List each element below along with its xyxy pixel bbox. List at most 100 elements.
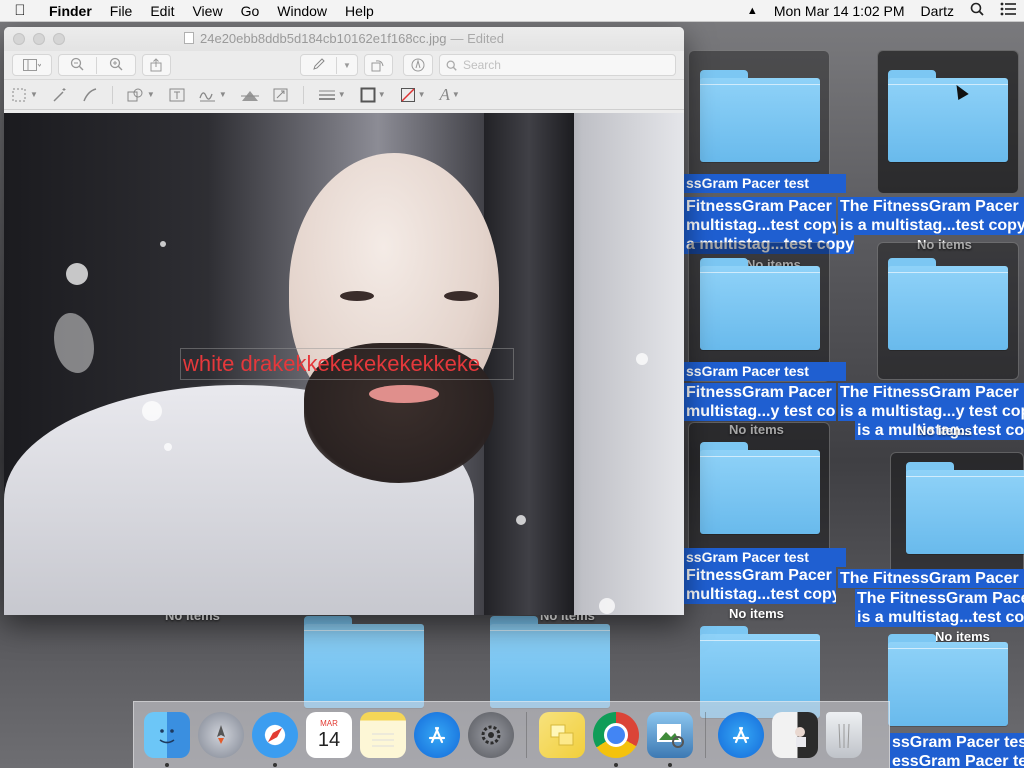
border-color-icon [360,87,376,102]
folder-icon[interactable] [906,462,1024,554]
text-style-tool[interactable]: A ▼ [440,85,460,105]
markup-toolbar-button[interactable]: ▼ [299,54,358,76]
folder-label[interactable]: The FitnessGram Pace [855,589,1024,608]
search-input[interactable] [462,58,663,72]
shapes-icon [127,88,143,101]
folder-label[interactable]: FitnessGram Pacer [684,566,836,585]
folder-icon[interactable] [888,70,1008,162]
border-color-tool[interactable]: ▼ [360,87,386,103]
chevron-down-icon: ▼ [451,90,460,99]
adjust-color-icon [240,90,259,101]
folder-label[interactable]: multistag...test copy [684,585,836,604]
line-style-icon [318,90,335,100]
calendar-day: 14 [317,728,341,751]
folder-label[interactable]: multistag...y test copy [684,402,836,421]
rect-selection-tool[interactable]: ▼ [12,88,38,102]
menu-go[interactable]: Go [232,3,269,19]
zoom-out-icon[interactable] [59,56,97,74]
dock-divider [526,712,527,758]
dock-chrome-icon[interactable] [593,712,639,767]
folder-icon[interactable] [700,258,820,350]
folder-icon[interactable] [304,616,424,708]
photo-flake [516,515,526,525]
zoom-in-icon[interactable] [97,57,135,74]
photo-flake [599,598,615,614]
folder-label[interactable]: The FitnessGram Pacer [838,383,1024,402]
magic-wand-icon [53,87,66,102]
dock-notes-icon[interactable] [360,712,406,758]
chevron-down-icon: ▼ [30,90,38,99]
menu-file[interactable]: File [101,3,142,19]
folder-label[interactable]: ssGram Pacer test [684,362,846,381]
markup-icon [411,58,425,72]
menu-clock[interactable]: Mon Mar 14 1:02 PM [766,3,913,19]
dock-trash-icon[interactable] [826,712,862,758]
dock-finder-icon[interactable] [144,712,190,767]
dock-calendar-icon[interactable]: MAR 14 [306,712,352,758]
menu-edit[interactable]: Edit [141,3,183,19]
sign-tool[interactable]: ▼ [199,88,227,102]
folder-label[interactable]: FitnessGram Pacer [684,383,836,402]
search-icon [446,60,457,71]
dock-app-store-downloads-icon[interactable] [718,712,764,758]
chevron-down-icon: ▼ [377,90,386,99]
folder-label[interactable]: is a multistag...test co [855,608,1024,627]
dock-launchpad-icon[interactable] [198,712,244,758]
folder-icon[interactable] [888,634,1008,726]
dock: MAR 14 [133,701,890,768]
dock-image-file-icon[interactable] [772,712,818,758]
menu-help[interactable]: Help [336,3,383,19]
folder-label[interactable]: The FitnessGram Pacer [838,569,1024,588]
folder-label[interactable]: multistag...test copy [684,216,836,235]
spotlight-icon[interactable] [962,2,992,19]
dock-app-store-icon[interactable] [414,712,460,758]
adjust-size-tool[interactable] [273,88,289,102]
menu-window[interactable]: Window [268,3,336,19]
folder-label[interactable]: is a multistag...y test copy [838,402,1024,421]
text-annotation[interactable]: white drakekkekekekekekkeke [180,348,514,380]
folder-label[interactable]: The FitnessGram Pacer [838,197,1024,216]
eject-icon[interactable]: ▲ [739,5,766,17]
folder-label[interactable]: is a multistag...test copy [838,216,1024,235]
folder-label[interactable]: essGram Pacer tes [890,752,1024,768]
dock-stickies-icon[interactable] [539,712,585,758]
apple-menu-icon[interactable]:  [0,2,40,19]
adjust-color-tool[interactable] [240,88,259,102]
share-button[interactable] [141,54,172,76]
dock-preview-icon[interactable] [647,712,693,767]
folder-label[interactable]: ssGram Pacer test [684,548,846,567]
menu-user[interactable]: Dartz [913,3,962,19]
text-style-icon: A [439,84,450,104]
zoom-controls [57,54,136,76]
notification-center-icon[interactable] [992,2,1024,19]
chevron-down-icon: ▼ [218,90,227,99]
share-icon [150,58,162,72]
fill-color-icon [400,87,415,102]
title-bar[interactable]: 24e20ebb8ddb5d184cb10162e1f168cc.jpg — Ed… [4,27,684,51]
photo-eye [340,291,374,301]
fill-color-tool[interactable]: ▼ [400,87,426,103]
sketch-tool[interactable] [82,87,98,103]
folder-label[interactable]: FitnessGram Pacer [684,197,836,216]
chevron-down-icon: ▼ [417,90,426,99]
image-canvas[interactable]: white drakekkekekekekekkeke [4,113,684,615]
markup-button[interactable] [403,54,433,76]
folder-icon[interactable] [700,70,820,162]
dock-system-preferences-icon[interactable] [468,712,514,758]
dock-safari-icon[interactable] [252,712,298,767]
menu-view[interactable]: View [183,3,231,19]
shapes-tool[interactable]: ▼ [127,88,155,102]
instant-alpha-tool[interactable] [52,87,68,103]
text-tool[interactable] [169,88,185,102]
menu-app-name[interactable]: Finder [40,3,101,19]
folder-label[interactable]: ssGram Pacer test [684,174,846,193]
folder-icon[interactable] [490,616,610,708]
folder-label[interactable]: ssGram Pacer tes [890,733,1024,752]
sidebar-view-button[interactable] [12,54,52,76]
shape-style-tool[interactable]: ▼ [318,88,346,102]
folder-icon[interactable] [700,442,820,534]
search-field[interactable] [438,54,676,76]
rotate-button[interactable] [363,54,394,76]
folder-icon[interactable] [888,258,1008,350]
sketch-icon [83,87,97,101]
